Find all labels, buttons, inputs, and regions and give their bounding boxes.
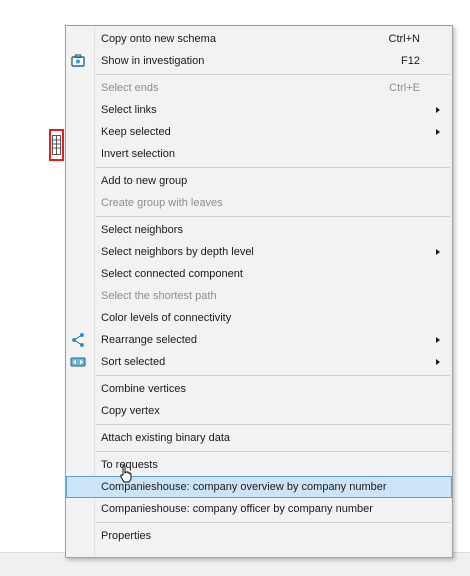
- menu-item-label: Color levels of connectivity: [101, 312, 232, 324]
- menu-item-label: Select neighbors: [101, 224, 183, 236]
- menu-separator: [96, 451, 450, 452]
- menu-item-label: Create group with leaves: [101, 197, 223, 209]
- investigation-icon: [70, 53, 86, 69]
- menu-item-select-ends[interactable]: Select ends Ctrl+E: [66, 77, 452, 99]
- menu-item-shortcut: F12: [401, 55, 420, 67]
- menu-separator: [96, 375, 450, 376]
- menu-separator: [96, 167, 450, 168]
- menu-item-combine-vertices[interactable]: Combine vertices: [66, 378, 452, 400]
- menu-item-label: Companieshouse: company officer by compa…: [101, 503, 373, 515]
- submenu-arrow-icon: [436, 129, 440, 135]
- menu-item-select-connected-component[interactable]: Select connected component: [66, 263, 452, 285]
- menu-item-label: Sort selected: [101, 356, 166, 368]
- menu-item-label: Select neighbors by depth level: [101, 246, 254, 258]
- menu-item-shortcut: Ctrl+E: [389, 82, 420, 94]
- menu-item-label: Copy vertex: [101, 405, 160, 417]
- menu-item-label: Show in investigation: [101, 55, 205, 67]
- menu-separator: [96, 216, 450, 217]
- submenu-arrow-icon: [436, 249, 440, 255]
- menu-item-create-group-with-leaves[interactable]: Create group with leaves: [66, 192, 452, 214]
- menu-item-label: Attach existing binary data: [101, 432, 231, 444]
- menu-item-label: Invert selection: [101, 148, 175, 160]
- menu-item-shortcut: Ctrl+N: [388, 33, 420, 45]
- menu-separator: [96, 74, 450, 75]
- menu-item-label: Select connected component: [101, 268, 243, 280]
- menu-item-color-levels-of-connectivity[interactable]: Color levels of connectivity: [66, 307, 452, 329]
- menu-item-select-the-shortest-path[interactable]: Select the shortest path: [66, 285, 452, 307]
- menu-item-label: Select links: [101, 104, 157, 116]
- selected-vertex[interactable]: [49, 129, 64, 161]
- menu-item-properties[interactable]: Properties: [66, 525, 452, 547]
- menu-item-add-to-new-group[interactable]: Add to new group: [66, 170, 452, 192]
- menu-item-copy-vertex[interactable]: Copy vertex: [66, 400, 452, 422]
- menu-item-rearrange-selected[interactable]: Rearrange selected: [66, 329, 452, 351]
- menu-item-sort-selected[interactable]: Sort selected: [66, 351, 452, 373]
- menu-item-label: Keep selected: [101, 126, 171, 138]
- menu-item-invert-selection[interactable]: Invert selection: [66, 143, 452, 165]
- menu-item-label: Add to new group: [101, 175, 188, 187]
- table-node-icon: [52, 135, 61, 155]
- submenu-arrow-icon: [436, 337, 440, 343]
- menu-item-attach-existing-binary-data[interactable]: Attach existing binary data: [66, 427, 452, 449]
- menu-item-keep-selected[interactable]: Keep selected: [66, 121, 452, 143]
- menu-separator: [96, 424, 450, 425]
- menu-item-label: Copy onto new schema: [101, 33, 216, 45]
- menu-item-label: Combine vertices: [101, 383, 186, 395]
- menu-item-select-neighbors[interactable]: Select neighbors: [66, 219, 452, 241]
- menu-item-select-neighbors-by-depth-level[interactable]: Select neighbors by depth level: [66, 241, 452, 263]
- menu-item-label: Properties: [101, 530, 152, 542]
- menu-item-copy-onto-new-schema[interactable]: Copy onto new schema Ctrl+N: [66, 28, 452, 50]
- menu-separator: [96, 522, 450, 523]
- menu-item-companieshouse-company-officer-by-company-number[interactable]: Companieshouse: company officer by compa…: [66, 498, 452, 520]
- menu-item-label: Select ends: [101, 82, 159, 94]
- menu-item-label: Companieshouse: company overview by comp…: [101, 481, 387, 493]
- rearrange-icon: [70, 332, 86, 348]
- menu-item-label: Rearrange selected: [101, 334, 198, 346]
- submenu-arrow-icon: [436, 359, 440, 365]
- menu-item-show-in-investigation[interactable]: Show in investigation F12: [66, 50, 452, 72]
- menu-item-select-links[interactable]: Select links: [66, 99, 452, 121]
- hand-cursor-icon: [120, 465, 132, 483]
- sort-icon: [70, 354, 86, 370]
- menu-item-label: Select the shortest path: [101, 290, 217, 302]
- submenu-arrow-icon: [436, 107, 440, 113]
